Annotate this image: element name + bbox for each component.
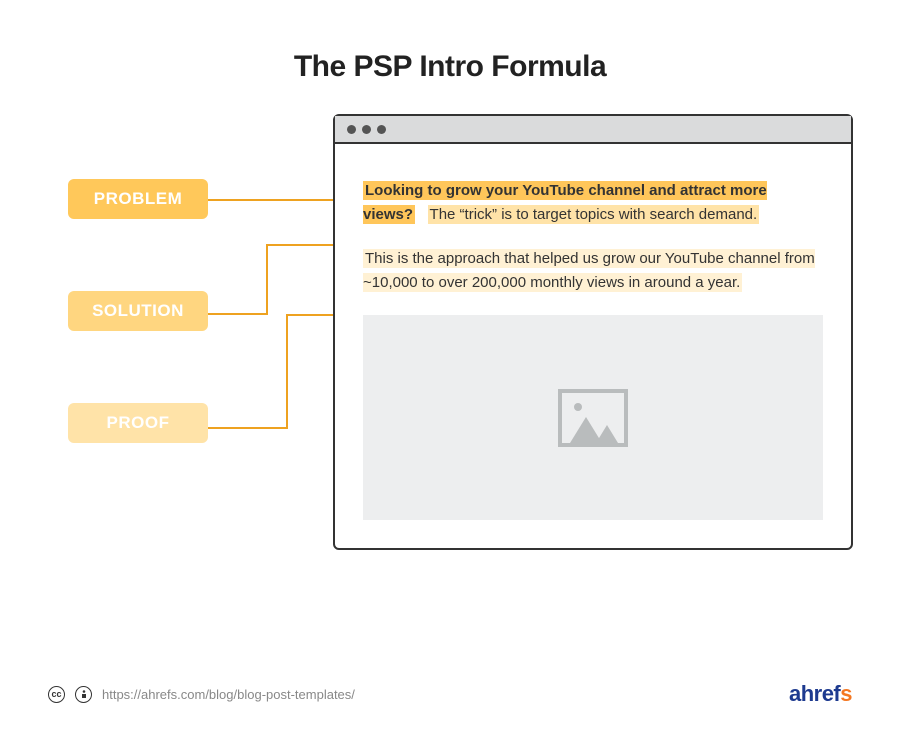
problem-label: PROBLEM <box>68 179 208 219</box>
connector-solution <box>208 313 268 315</box>
intro-paragraph-1: Looking to grow your YouTube channel and… <box>363 179 823 227</box>
solution-text: The “trick” is to target topics with sea… <box>428 205 760 224</box>
solution-label: SOLUTION <box>68 291 208 331</box>
connector-proof-v <box>286 314 288 429</box>
browser-window: Looking to grow your YouTube channel and… <box>333 114 853 550</box>
connector-solution-v <box>266 244 268 315</box>
label-column: PROBLEM SOLUTION PROOF <box>68 179 208 443</box>
proof-text: This is the approach that helped us grow… <box>363 249 815 292</box>
by-icon <box>75 686 92 703</box>
traffic-light-icon <box>377 125 386 134</box>
proof-label: PROOF <box>68 403 208 443</box>
traffic-light-icon <box>362 125 371 134</box>
footer: cc https://ahrefs.com/blog/blog-post-tem… <box>48 681 852 707</box>
browser-content: Looking to grow your YouTube channel and… <box>335 144 851 548</box>
browser-titlebar <box>335 116 851 144</box>
source-url: https://ahrefs.com/blog/blog-post-templa… <box>102 687 355 702</box>
cc-icon: cc <box>48 686 65 703</box>
image-placeholder <box>363 315 823 520</box>
traffic-light-icon <box>347 125 356 134</box>
footer-attribution: cc https://ahrefs.com/blog/blog-post-tem… <box>48 686 355 703</box>
image-icon <box>558 389 628 447</box>
ahrefs-logo: ahrefs <box>789 681 852 707</box>
page-title: The PSP Intro Formula <box>0 0 900 84</box>
connector-proof <box>208 427 288 429</box>
intro-paragraph-2: This is the approach that helped us grow… <box>363 247 823 295</box>
